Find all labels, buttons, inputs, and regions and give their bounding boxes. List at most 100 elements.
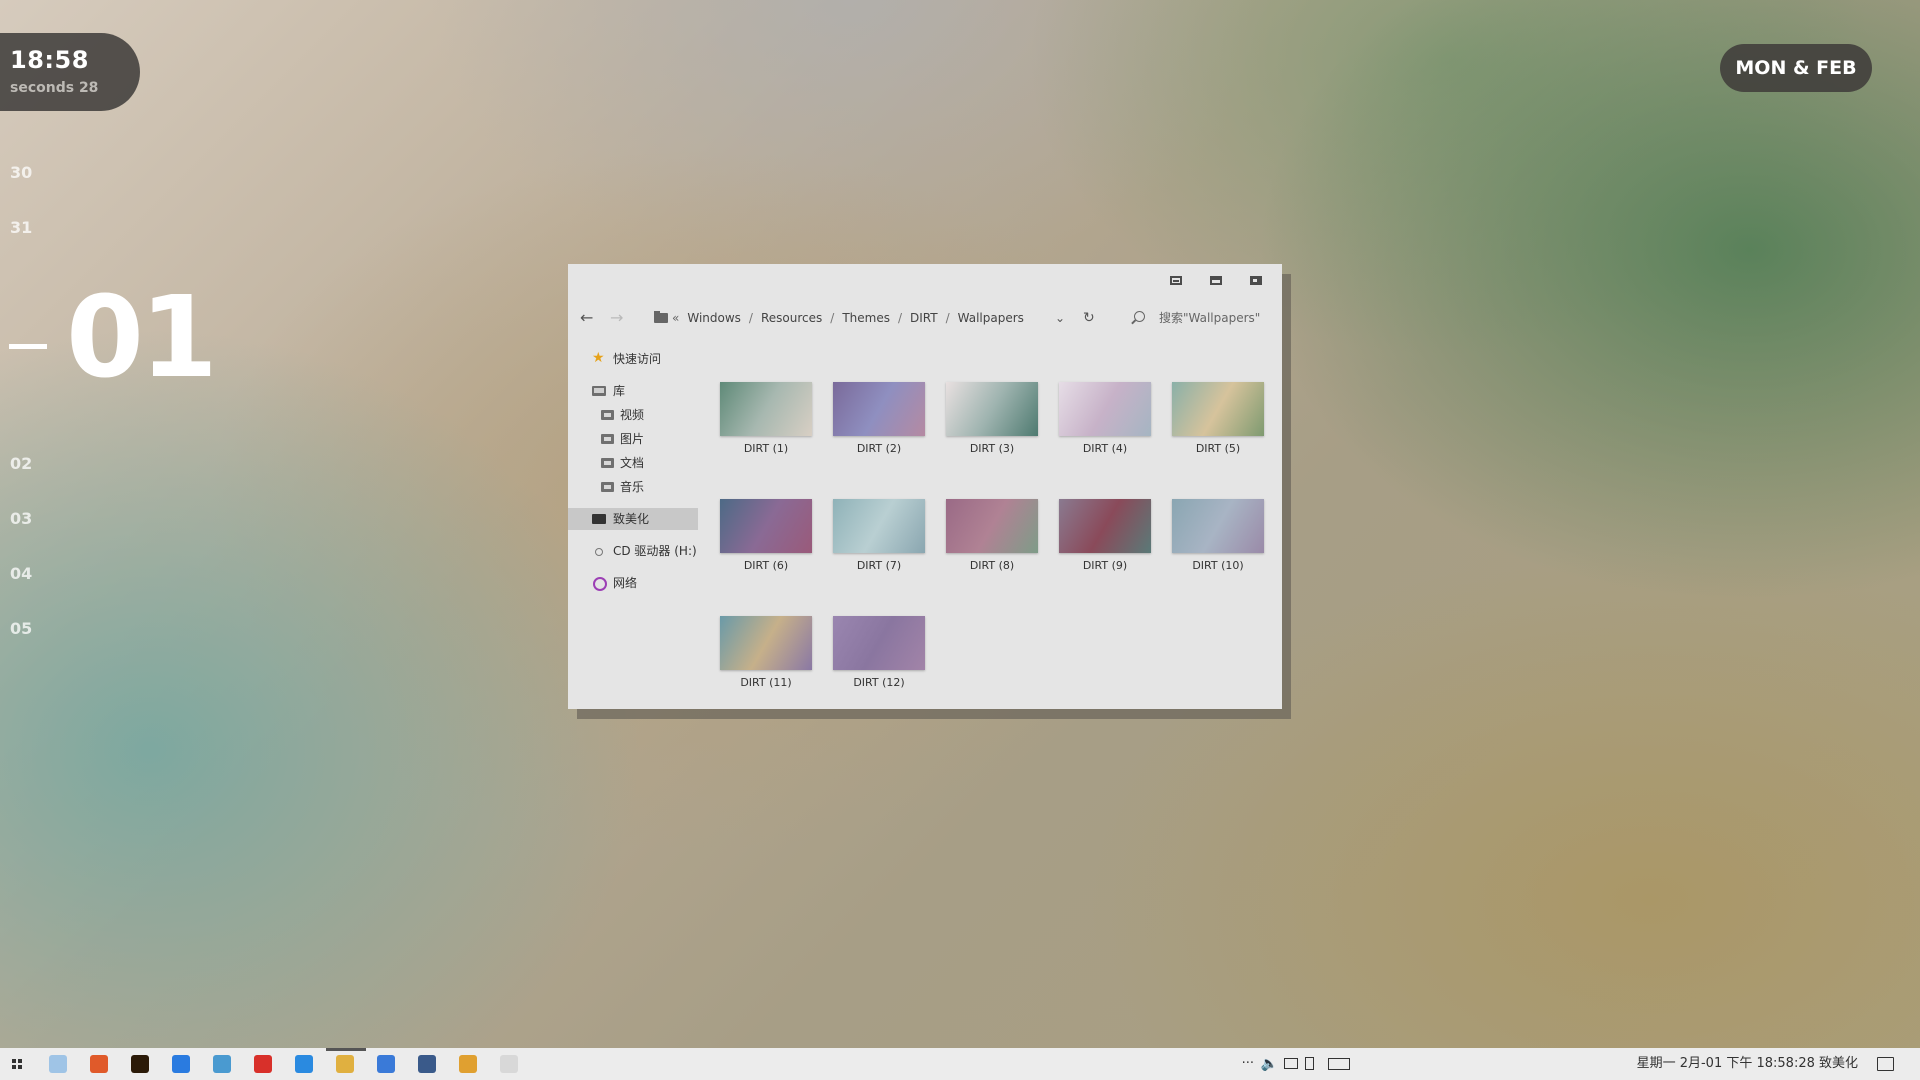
breadcrumb-overflow[interactable]: « xyxy=(672,311,679,325)
folder-icon xyxy=(601,434,614,444)
sidebar-item-label: 图片 xyxy=(620,432,645,446)
clock-time: 18:58 xyxy=(10,46,89,74)
chrome-icon[interactable] xyxy=(459,1055,477,1073)
sidebar-item-label: 音乐 xyxy=(620,480,645,494)
file-name: DIRT (5) xyxy=(1195,442,1241,455)
breadcrumb[interactable]: «Windows / Resources / Themes / DIRT / Wallpaper… xyxy=(672,306,1024,330)
file-name: DIRT (10) xyxy=(1192,559,1244,572)
close-button[interactable] xyxy=(1250,276,1262,285)
sidebar-item-this-pc[interactable]: 致美化 xyxy=(568,508,698,530)
file-name: DIRT (12) xyxy=(853,676,905,689)
start-button[interactable] xyxy=(12,1059,22,1069)
file-thumbnail[interactable] xyxy=(833,616,925,670)
breadcrumb-item-resources[interactable]: Resources xyxy=(761,311,822,325)
clock-seconds: seconds 28 xyxy=(10,80,99,96)
active-app-indicator xyxy=(326,1048,366,1051)
refresh-icon[interactable]: ↻ xyxy=(1083,306,1095,330)
day-number: 30 xyxy=(10,163,33,182)
sidebar-item-label: 库 xyxy=(613,384,626,398)
file-name: DIRT (6) xyxy=(743,559,789,572)
date-badge: MON & FEB xyxy=(1720,44,1872,92)
file-app-icon[interactable] xyxy=(49,1055,67,1073)
notes-icon[interactable] xyxy=(377,1055,395,1073)
file-name: DIRT (1) xyxy=(743,442,789,455)
monitor-icon xyxy=(592,514,606,524)
file-thumbnail[interactable] xyxy=(1172,499,1264,553)
sidebar-item-pictures[interactable]: 图片 xyxy=(568,428,698,450)
volume-icon[interactable]: 🔈 xyxy=(1261,1048,1278,1080)
day-number: 05 xyxy=(10,619,33,638)
sidebar-item-videos[interactable]: 视频 xyxy=(568,404,698,426)
forward-arrow-icon[interactable]: → xyxy=(610,306,623,330)
star-icon: ★ xyxy=(592,350,605,366)
search-icon xyxy=(1134,311,1145,322)
notification-icon[interactable] xyxy=(1877,1057,1894,1071)
sidebar-item-label: 视频 xyxy=(620,408,645,422)
font-app-icon[interactable] xyxy=(500,1055,518,1073)
tray-overflow-icon[interactable]: ··· xyxy=(1242,1048,1254,1080)
folder-icon xyxy=(654,311,668,323)
library-icon xyxy=(592,386,606,396)
network-icon xyxy=(593,577,607,591)
file-thumbnail[interactable] xyxy=(946,499,1038,553)
calculator-icon[interactable] xyxy=(418,1055,436,1073)
file-thumbnail[interactable] xyxy=(1059,499,1151,553)
network-status-icon[interactable] xyxy=(1284,1058,1298,1069)
file-thumbnail[interactable] xyxy=(1059,382,1151,436)
file-thumbnail[interactable] xyxy=(720,382,812,436)
sidebar-item-label: 文档 xyxy=(620,456,645,470)
day-number: 03 xyxy=(10,509,33,528)
day-number: 02 xyxy=(10,454,33,473)
file-name: DIRT (4) xyxy=(1082,442,1128,455)
day-number: 04 xyxy=(10,564,33,583)
breadcrumb-item-wallpapers[interactable]: Wallpapers xyxy=(958,311,1024,325)
keyboard-icon[interactable] xyxy=(1328,1058,1350,1070)
battery-icon[interactable] xyxy=(1305,1057,1314,1070)
file-thumbnail[interactable] xyxy=(720,499,812,553)
chat-app-icon[interactable] xyxy=(295,1055,313,1073)
file-name: DIRT (2) xyxy=(856,442,902,455)
maximize-button[interactable] xyxy=(1210,276,1222,285)
breadcrumb-item-themes[interactable]: Themes xyxy=(842,311,890,325)
sidebar-item-library[interactable]: 库 xyxy=(568,380,698,402)
folder-icon xyxy=(601,458,614,468)
window-controls xyxy=(1170,276,1262,285)
chevron-down-icon[interactable]: ⌄ xyxy=(1055,306,1065,330)
office-icon[interactable] xyxy=(90,1055,108,1073)
music-app-icon[interactable] xyxy=(254,1055,272,1073)
current-day: 01 xyxy=(66,273,218,403)
file-thumbnail[interactable] xyxy=(720,616,812,670)
sidebar-item-label: 网络 xyxy=(613,576,638,590)
clock-widget: 18:58 seconds 28 xyxy=(0,33,140,111)
search-input[interactable] xyxy=(1159,308,1269,328)
file-name: DIRT (3) xyxy=(969,442,1015,455)
taskbar: ··· 🔈 星期一 2月-01 下午 18:58:28 致美化 xyxy=(0,1048,1920,1080)
sidebar-item-documents[interactable]: 文档 xyxy=(568,452,698,474)
sidebar-item-label: 快速访问 xyxy=(613,352,662,366)
file-explorer-icon[interactable] xyxy=(336,1055,354,1073)
taskbar-datetime[interactable]: 星期一 2月-01 下午 18:58:28 致美化 xyxy=(1637,1048,1858,1080)
minimize-button[interactable] xyxy=(1170,276,1182,285)
illustrator-icon[interactable] xyxy=(131,1055,149,1073)
sidebar-item-quick-access[interactable]: ★ 快速访问 xyxy=(568,348,698,370)
breadcrumb-item-windows[interactable]: Windows xyxy=(687,311,741,325)
sidebar-item-cd-drive[interactable]: CD 驱动器 (H:) xyxy=(568,540,698,562)
file-thumbnail[interactable] xyxy=(833,382,925,436)
mail-icon[interactable] xyxy=(213,1055,231,1073)
file-name: DIRT (7) xyxy=(856,559,902,572)
file-name: DIRT (9) xyxy=(1082,559,1128,572)
file-name: DIRT (11) xyxy=(740,676,792,689)
sidebar-item-network[interactable]: 网络 xyxy=(568,572,698,594)
security-shield-icon[interactable] xyxy=(172,1055,190,1073)
file-thumbnail[interactable] xyxy=(833,499,925,553)
file-name: DIRT (8) xyxy=(969,559,1015,572)
sidebar-item-music[interactable]: 音乐 xyxy=(568,476,698,498)
current-day-dash xyxy=(9,344,47,349)
back-arrow-icon[interactable]: ← xyxy=(580,306,593,330)
navigation-bar: ← → «Windows / Resources / Themes / DIRT / Wallp… xyxy=(568,306,1282,330)
day-number: 31 xyxy=(10,218,33,237)
file-thumbnail[interactable] xyxy=(1172,382,1264,436)
file-thumbnail[interactable] xyxy=(946,382,1038,436)
explorer-window: ← → «Windows / Resources / Themes / DIRT / Wallp… xyxy=(568,264,1282,709)
breadcrumb-item-dirt[interactable]: DIRT xyxy=(910,311,938,325)
